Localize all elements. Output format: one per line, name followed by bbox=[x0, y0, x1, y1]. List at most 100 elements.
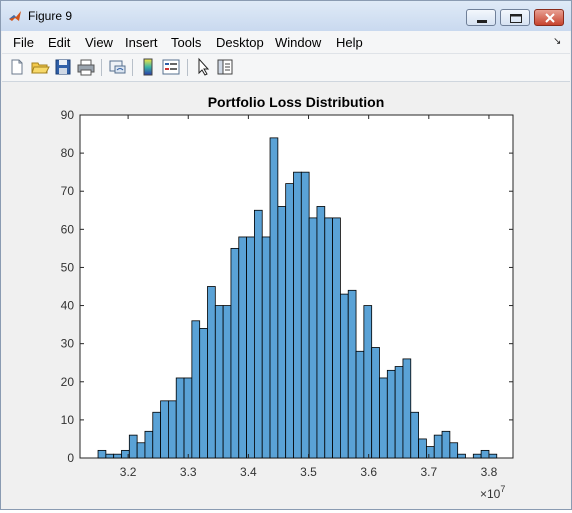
menu-desktop[interactable]: Desktop bbox=[216, 35, 264, 50]
menu-insert[interactable]: Insert bbox=[125, 35, 158, 50]
histogram-bar[interactable] bbox=[128, 434, 138, 459]
x-exponent-label: ×107 bbox=[480, 484, 505, 501]
new-figure-icon[interactable] bbox=[7, 57, 27, 77]
histogram-bar[interactable] bbox=[261, 236, 271, 459]
insert-legend-icon[interactable] bbox=[161, 57, 181, 77]
histogram-bar[interactable] bbox=[253, 209, 263, 459]
histogram-bar[interactable] bbox=[308, 217, 318, 459]
menu-window[interactable]: Window bbox=[275, 35, 321, 50]
open-file-icon[interactable] bbox=[30, 57, 50, 77]
histogram-bar[interactable] bbox=[441, 430, 451, 459]
menu-tools[interactable]: Tools bbox=[171, 35, 201, 50]
histogram-bar[interactable] bbox=[324, 217, 333, 459]
x-tick-label: 3.8 bbox=[481, 465, 498, 479]
histogram-bar[interactable] bbox=[207, 286, 216, 459]
histogram-bar[interactable] bbox=[97, 449, 107, 459]
histogram-bar[interactable] bbox=[363, 305, 373, 459]
histogram-bar[interactable] bbox=[167, 400, 177, 459]
histogram-bar[interactable] bbox=[410, 411, 419, 459]
matlab-logo-icon bbox=[8, 9, 22, 23]
toolbar-separator bbox=[187, 59, 188, 76]
histogram-bar[interactable] bbox=[480, 449, 490, 459]
histogram-bar[interactable] bbox=[371, 347, 380, 459]
histogram-bar[interactable] bbox=[277, 206, 287, 459]
histogram-bar[interactable] bbox=[316, 206, 326, 459]
histogram-bar[interactable] bbox=[300, 171, 310, 459]
histogram-bar[interactable] bbox=[472, 453, 482, 459]
edit-plot-pointer-icon[interactable] bbox=[193, 57, 213, 77]
menu-bar: File Edit View Insert Tools Desktop Wind… bbox=[2, 31, 570, 54]
histogram-bar[interactable] bbox=[246, 236, 255, 459]
y-tick-label: 40 bbox=[61, 299, 75, 313]
minimize-button[interactable] bbox=[466, 9, 496, 26]
histogram-bar[interactable] bbox=[285, 183, 294, 459]
histogram-bar[interactable] bbox=[332, 217, 341, 459]
figure-window: Figure 9 File Edit View Insert Tools Des… bbox=[0, 0, 572, 510]
property-inspector-icon[interactable] bbox=[215, 57, 235, 77]
save-icon[interactable] bbox=[53, 57, 73, 77]
histogram-bar[interactable] bbox=[418, 438, 427, 459]
y-tick-label: 20 bbox=[61, 375, 75, 389]
histogram-bar[interactable] bbox=[293, 171, 302, 459]
histogram-bar[interactable] bbox=[152, 411, 161, 459]
y-tick-label: 90 bbox=[61, 108, 75, 122]
histogram-bar[interactable] bbox=[160, 400, 169, 459]
histogram-bar[interactable] bbox=[238, 236, 247, 459]
histogram-bar[interactable] bbox=[488, 453, 498, 459]
toolbar-separator bbox=[101, 59, 102, 76]
histogram-bar[interactable] bbox=[339, 293, 349, 459]
y-tick-label: 70 bbox=[61, 184, 75, 198]
histogram-bar[interactable] bbox=[144, 430, 154, 459]
histogram-bar[interactable] bbox=[199, 328, 208, 459]
y-tick-label: 80 bbox=[61, 146, 75, 160]
histogram-bar[interactable] bbox=[183, 377, 193, 459]
figure-toolbar bbox=[2, 54, 570, 82]
histogram-bar[interactable] bbox=[457, 453, 466, 459]
title-bar[interactable]: Figure 9 bbox=[1, 1, 571, 31]
x-tick-label: 3.2 bbox=[120, 465, 137, 479]
minimize-icon bbox=[477, 20, 487, 23]
menu-file[interactable]: File bbox=[13, 35, 34, 50]
histogram-bar[interactable] bbox=[230, 247, 240, 459]
histogram-bar[interactable] bbox=[355, 350, 365, 459]
print-icon[interactable] bbox=[76, 57, 96, 77]
histogram-bar[interactable] bbox=[402, 358, 412, 459]
histogram-bar[interactable] bbox=[105, 453, 115, 459]
histogram-bar[interactable] bbox=[136, 442, 146, 459]
histogram-bar[interactable] bbox=[269, 137, 279, 459]
y-tick-label: 60 bbox=[61, 222, 75, 236]
close-button[interactable] bbox=[534, 9, 564, 26]
maximize-icon bbox=[510, 14, 522, 23]
histogram-bar[interactable] bbox=[433, 434, 443, 459]
histogram-bar[interactable] bbox=[347, 289, 357, 459]
histogram-bar[interactable] bbox=[394, 366, 404, 459]
toolbar-separator bbox=[132, 59, 133, 76]
menu-edit[interactable]: Edit bbox=[48, 35, 70, 50]
x-tick-label: 3.4 bbox=[240, 465, 257, 479]
histogram-bar[interactable] bbox=[113, 453, 122, 459]
menu-help[interactable]: Help bbox=[336, 35, 363, 50]
histogram-bar[interactable] bbox=[191, 320, 201, 459]
link-plot-icon[interactable] bbox=[107, 57, 127, 77]
histogram-chart[interactable]: 3.2 3.3 3.4 3.5 3.6 3.7 3.8 0 10 20 30 40 50 60 70 80 90… bbox=[2, 82, 570, 508]
y-tick-label: 50 bbox=[61, 260, 75, 274]
dock-figure-icon[interactable]: ↘ bbox=[553, 36, 561, 47]
histogram-bar[interactable] bbox=[214, 305, 224, 459]
histogram-bar[interactable] bbox=[222, 305, 232, 459]
chart-title: Portfolio Loss Distribution bbox=[208, 94, 385, 110]
x-tick-label: 3.5 bbox=[300, 465, 317, 479]
menu-view[interactable]: View bbox=[85, 35, 113, 50]
maximize-button[interactable] bbox=[500, 9, 530, 26]
histogram-bar[interactable] bbox=[175, 377, 185, 459]
close-icon bbox=[545, 13, 555, 23]
histogram-bar[interactable] bbox=[425, 446, 435, 459]
y-tick-label: 30 bbox=[61, 337, 75, 351]
histogram-bar[interactable] bbox=[449, 442, 459, 459]
figure-canvas[interactable]: 3.2 3.3 3.4 3.5 3.6 3.7 3.8 0 10 20 30 40 50 60 70 80 90… bbox=[2, 82, 570, 508]
insert-colorbar-icon[interactable] bbox=[138, 57, 158, 77]
histogram-bar[interactable] bbox=[386, 369, 396, 459]
y-tick-label: 10 bbox=[61, 413, 75, 427]
histogram-bar[interactable] bbox=[379, 377, 388, 459]
window-title: Figure 9 bbox=[28, 9, 73, 23]
y-tick-label: 0 bbox=[67, 451, 74, 465]
